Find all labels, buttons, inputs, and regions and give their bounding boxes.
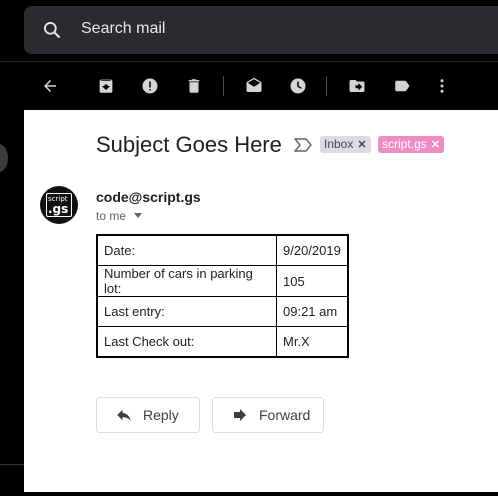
reply-label: Reply [143, 407, 179, 423]
forward-button[interactable]: Forward [212, 397, 324, 433]
label-chip-text: script.gs [382, 137, 427, 151]
table-row: Date: 9/20/2019 [96, 234, 349, 266]
table-cell-key: Last Check out: [96, 326, 277, 358]
snooze-icon[interactable] [286, 74, 310, 98]
report-spam-icon[interactable] [138, 74, 162, 98]
table-cell-key: Last entry: [96, 296, 277, 327]
reply-icon [117, 409, 131, 421]
archive-icon[interactable] [94, 74, 118, 98]
table-cell-value: 105 [276, 265, 349, 297]
recipient-label[interactable]: to me [96, 209, 126, 223]
move-to-icon[interactable] [345, 74, 369, 98]
table-cell-value: 9/20/2019 [276, 234, 349, 266]
message-subject: Subject Goes Here [96, 132, 282, 157]
table-cell-value: Mr.X [276, 326, 349, 358]
avatar-text: .gs [48, 202, 69, 216]
delete-icon[interactable] [182, 74, 206, 98]
back-arrow-icon[interactable] [38, 74, 62, 98]
table-cell-value: 09:21 am [276, 296, 349, 327]
forward-label: Forward [259, 407, 311, 423]
table-row: Last entry: 09:21 am [96, 296, 349, 327]
toolbar-divider [326, 76, 327, 96]
sender-avatar[interactable]: script .gs [40, 186, 78, 224]
toolbar-divider [223, 76, 224, 96]
sender-address[interactable]: code@script.gs [96, 189, 201, 205]
more-vert-icon[interactable] [430, 74, 454, 98]
table-row: Last Check out: Mr.X [96, 326, 349, 358]
table-row: Number of cars in parking lot: 105 [96, 265, 349, 297]
remove-label-icon[interactable]: ✕ [357, 139, 366, 151]
label-icon[interactable] [390, 74, 414, 98]
search-bar[interactable]: Search mail [24, 6, 498, 54]
sidebar-toggle-button[interactable] [0, 144, 8, 172]
table-cell-key: Number of cars in parking lot: [96, 265, 277, 297]
message-body-table: Date: 9/20/2019 Number of cars in parkin… [96, 234, 349, 358]
label-chip-text: Inbox [324, 137, 354, 151]
search-icon[interactable] [42, 20, 62, 40]
reply-button[interactable]: Reply [96, 397, 200, 433]
mark-unread-icon[interactable] [242, 74, 266, 98]
message-pane: Subject Goes Here Inbox ✕ script.gs ✕ scri… [24, 110, 498, 492]
message-toolbar [0, 62, 498, 110]
chevron-down-icon[interactable] [134, 213, 142, 218]
label-chip-script[interactable]: script.gs ✕ [378, 136, 444, 153]
table-cell-key: Date: [96, 234, 277, 266]
search-input[interactable]: Search mail [81, 20, 165, 38]
remove-label-icon[interactable]: ✕ [431, 139, 440, 151]
sidebar-divider [0, 464, 24, 465]
forward-icon [234, 409, 246, 421]
important-marker-icon[interactable] [293, 138, 312, 152]
label-chip-inbox[interactable]: Inbox ✕ [320, 136, 371, 153]
